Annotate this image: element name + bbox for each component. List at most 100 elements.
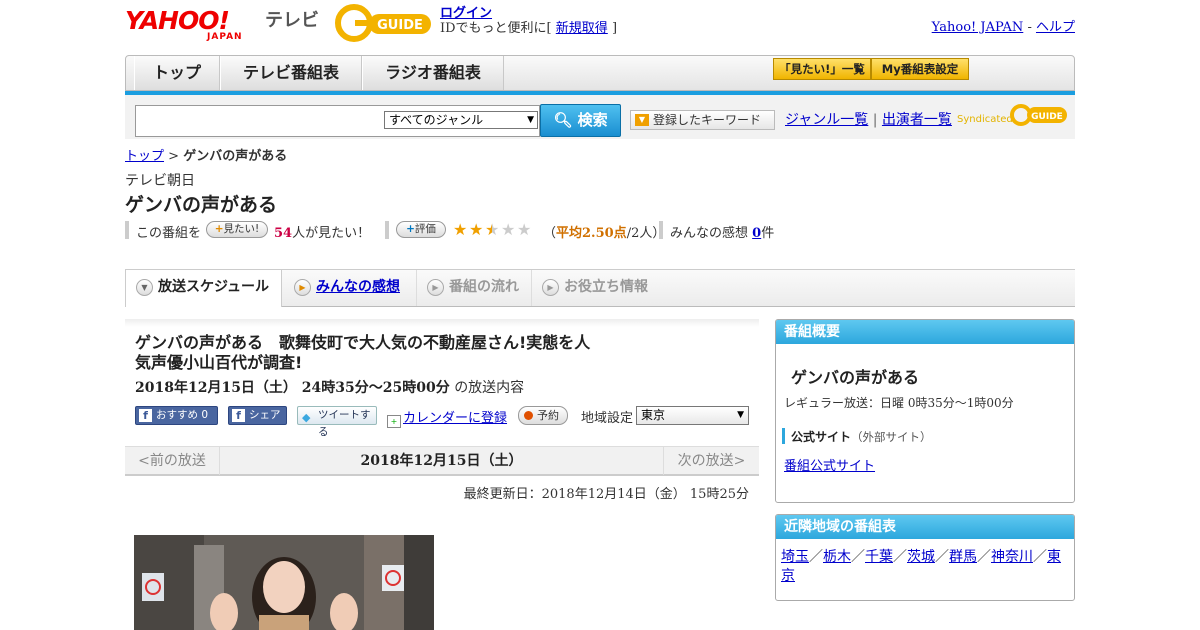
nav-tab-top[interactable]: トップ xyxy=(134,56,220,90)
tweet-button[interactable]: ◆ ツイートする xyxy=(297,406,377,438)
tab-kanso[interactable]: ▶ みんなの感想 xyxy=(284,270,417,306)
chevron-down-icon: ▼ xyxy=(136,279,153,296)
plus-icon: + xyxy=(214,223,224,235)
star-full-icon: ★ xyxy=(453,220,468,239)
link-separator: | xyxy=(872,112,878,128)
genre-list-link[interactable]: ジャンル一覧 xyxy=(785,112,868,128)
chevron-right-icon: ▶ xyxy=(427,279,444,296)
kanso-unit: 件 xyxy=(761,226,775,241)
calendar-register-link[interactable]: + カレンダーに登録 xyxy=(387,407,507,428)
program-title: ゲンバの声がある xyxy=(125,194,278,216)
nearby-separator: ／ xyxy=(809,549,823,565)
pager-current-date: 2018年12月15日（土） xyxy=(360,453,523,469)
mitai-list-button[interactable]: 「見たい!」一覧 xyxy=(773,58,871,80)
id-prefix: IDでもっと便利に[ xyxy=(440,21,552,36)
mitai-button[interactable]: +見たい! xyxy=(206,221,268,238)
yahoo-japan-logo[interactable]: YAHOO! JAPAN xyxy=(125,6,262,42)
rating-button[interactable]: +評価 xyxy=(396,221,446,238)
search-icon: 🔍︎ xyxy=(553,111,573,129)
search-links: ジャンル一覧 | 出演者一覧 xyxy=(785,109,952,129)
chevron-right-icon: ▶ xyxy=(294,279,311,296)
yahoo-japan-link[interactable]: Yahoo! JAPAN xyxy=(932,20,1024,35)
nearby-regions-box: 近隣地域の番組表 埼玉／栃木／千葉／茨城／群馬／神奈川／東京 xyxy=(775,514,1075,601)
episode-date-suffix: の放送内容 xyxy=(454,380,525,396)
facebook-share-label: シェア xyxy=(249,409,281,421)
registered-keyword-label: 登録したキーワード xyxy=(653,113,762,127)
program-stats: この番組を +見たい! 54人が見たい！ +評価 ★ ★ ★ ★ ★ （平均2.50点/… xyxy=(125,221,1075,241)
overview-title: ゲンバの声がある xyxy=(791,368,920,387)
official-site-link[interactable]: 番組公式サイト xyxy=(784,455,875,474)
nearby-region-link[interactable]: 埼玉 xyxy=(781,549,809,565)
region-select[interactable]: 東京 ▼ xyxy=(636,406,749,425)
registered-keyword-button[interactable]: ▼ 登録したキーワード xyxy=(630,110,775,130)
nav-tab-radio-guide[interactable]: ラジオ番組表 xyxy=(362,56,504,90)
nearby-separator: ／ xyxy=(851,549,865,565)
genre-select[interactable]: すべてのジャンル ▼ xyxy=(384,111,538,129)
breadcrumb: トップ > ゲンバの声がある xyxy=(125,145,287,164)
kanso-count-link[interactable]: 0 xyxy=(752,226,761,241)
nearby-region-link[interactable]: 群馬 xyxy=(949,549,977,565)
nearby-region-link[interactable]: 神奈川 xyxy=(991,549,1033,565)
tab-schedule-label: 放送スケジュール xyxy=(158,279,270,295)
header-separator: - xyxy=(1027,20,1032,35)
star-empty-icon: ★ xyxy=(501,220,516,239)
nearby-region-link[interactable]: 千葉 xyxy=(865,549,893,565)
tab-schedule[interactable]: ▼ 放送スケジュール xyxy=(125,269,282,307)
rating-average: 平均2.50点 xyxy=(556,226,627,241)
facebook-share-button[interactable]: f シェア xyxy=(228,406,287,425)
facebook-icon: f xyxy=(139,409,152,422)
official-site-header: 公式サイト（外部サイト） xyxy=(782,428,932,444)
my-guide-settings-button[interactable]: My番組表設定 xyxy=(871,58,969,80)
search-row: すべてのジャンル ▼ 🔍︎ 検索 ▼ 登録したキーワード ジャンル一覧 | 出演… xyxy=(125,95,1075,139)
kanso-summary: みんなの感想 0件 xyxy=(670,222,774,241)
facebook-recommend-label: おすすめ 0 xyxy=(156,409,209,421)
gguide-logo[interactable]: GUIDE xyxy=(335,4,435,42)
nearby-separator: ／ xyxy=(893,549,907,565)
nearby-region-link[interactable]: 茨城 xyxy=(907,549,935,565)
episode-title: ゲンバの声がある 歌舞伎町で大人気の不動産屋さん!実態を人気声優小山百代が調査! xyxy=(135,333,591,372)
login-box: ログイン IDでもっと便利に[ 新規取得 ] xyxy=(440,6,617,36)
kanso-label: みんなの感想 xyxy=(670,226,749,241)
performers-list-link[interactable]: 出演者一覧 xyxy=(882,112,952,128)
reserve-button[interactable]: 予約 xyxy=(518,406,568,425)
next-broadcast-link[interactable]: 次の放送> xyxy=(663,447,759,475)
breadcrumb-top-link[interactable]: トップ xyxy=(125,149,164,164)
episode-datetime-line: 2018年12月15日（土） 24時35分～25時00分 の放送内容 xyxy=(135,377,524,397)
dropdown-arrow-icon: ▼ xyxy=(737,410,744,420)
episode-photo xyxy=(134,535,434,630)
nearby-separator: ／ xyxy=(977,549,991,565)
signup-link[interactable]: 新規取得 xyxy=(556,21,608,36)
genre-select-value: すべてのジャンル xyxy=(389,113,484,127)
record-dot-icon xyxy=(524,411,533,420)
program-tabs: ▼ 放送スケジュール ▶ みんなの感想 ▶ 番組の流れ ▶ お役立ち情報 xyxy=(125,269,1075,307)
search-button[interactable]: 🔍︎ 検索 xyxy=(540,104,621,137)
overview-header: 番組概要 xyxy=(776,320,1074,344)
main-nav: トップ テレビ番組表 ラジオ番組表 「見たい!」一覧 My番組表設定 xyxy=(125,55,1075,91)
login-link[interactable]: ログイン xyxy=(440,6,492,21)
facebook-recommend-button[interactable]: f おすすめ 0 xyxy=(135,406,218,425)
site-header: YAHOO! JAPAN テレビ GUIDE ログイン IDでもっと便利に[ 新… xyxy=(125,0,1075,52)
chevron-right-icon: ▶ xyxy=(542,279,559,296)
official-site-sub: （外部サイト） xyxy=(851,430,932,444)
mitai-prefix: この番組を xyxy=(136,226,202,241)
rating-button-label: 評価 xyxy=(414,223,436,235)
overview-box: 番組概要 ゲンバの声がある レギュラー放送：日曜 0時35分～1時00分 公式サ… xyxy=(775,319,1075,503)
station-name: テレビ朝日 xyxy=(125,173,195,189)
nav-tab-tv-guide[interactable]: テレビ番組表 xyxy=(220,56,362,90)
mitai-count: 54 xyxy=(274,226,293,241)
tab-flow: ▶ 番組の流れ xyxy=(417,270,532,306)
twitter-bird-icon: ◆ xyxy=(302,411,311,424)
triangle-down-icon: ▼ xyxy=(635,114,649,126)
nearby-region-link[interactable]: 栃木 xyxy=(823,549,851,565)
episode-block: ゲンバの声がある 歌舞伎町で大人気の不動産屋さん!実態を人気声優小山百代が調査!… xyxy=(125,319,759,444)
stat-divider xyxy=(385,221,389,239)
star-half-icon: ★ xyxy=(485,220,500,239)
prev-broadcast-link[interactable]: <前の放送 xyxy=(125,447,220,475)
plus-icon: + xyxy=(406,223,415,235)
reserve-label: 予約 xyxy=(537,409,559,422)
stat-divider xyxy=(125,221,129,239)
help-link[interactable]: ヘルプ xyxy=(1036,20,1075,35)
tab-kanso-label: みんなの感想 xyxy=(316,279,400,295)
header-links: Yahoo! JAPAN - ヘルプ xyxy=(932,16,1075,35)
facebook-icon: f xyxy=(232,409,245,422)
